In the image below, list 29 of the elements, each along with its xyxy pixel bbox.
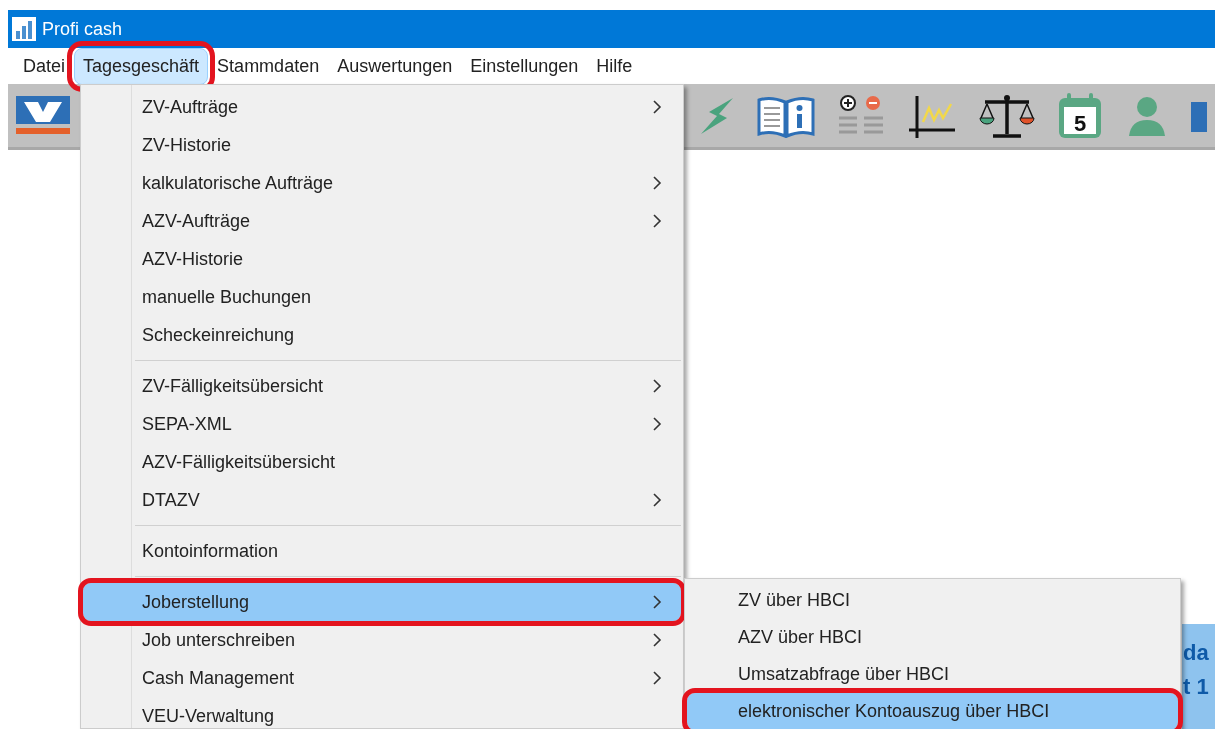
menu-item[interactable]: manuelle Buchungen	[83, 278, 681, 316]
menu-bar-item[interactable]: Hilfe	[587, 47, 642, 85]
line-chart-icon[interactable]	[907, 93, 957, 138]
menu-item[interactable]: DTAZV	[83, 481, 681, 519]
menu-item[interactable]: Cash Management	[83, 659, 681, 697]
menu-item[interactable]: ZV-Historie	[83, 126, 681, 164]
menu-bar-item[interactable]: Auswertungen	[328, 47, 462, 85]
menu-bar-item[interactable]: Stammdaten	[208, 47, 329, 85]
menu-item[interactable]: AZV-Fälligkeitsübersicht	[83, 443, 681, 481]
app-icon	[12, 17, 36, 41]
menu-item[interactable]: Job unterschreiben	[83, 621, 681, 659]
menu-item[interactable]: AZV-Historie	[83, 240, 681, 278]
menu-item[interactable]: VEU-Verwaltung	[83, 697, 681, 729]
menu-item[interactable]: AZV-Aufträge	[83, 202, 681, 240]
bank-logo-icon[interactable]	[16, 95, 70, 136]
menu-item[interactable]: ZV-Aufträge	[83, 88, 681, 126]
menu-bar-item[interactable]: Einstellungen	[461, 47, 588, 85]
menu-bar-item[interactable]: Datei	[14, 47, 75, 85]
menu-item[interactable]: Scheckeinreichung	[83, 316, 681, 354]
menu-item[interactable]: SEPA-XML	[83, 405, 681, 443]
menu-item[interactable]: ZV über HBCI	[687, 582, 1178, 619]
menu-item[interactable]: Kontoinformation	[83, 532, 681, 570]
menu-item[interactable]: Umsatzabfrage über HBCI	[687, 656, 1178, 693]
menu-item[interactable]: kalkulatorische Aufträge	[83, 164, 681, 202]
menu-item[interactable]: ZV-Fälligkeitsübersicht	[83, 367, 681, 405]
panel-text: da	[1183, 639, 1210, 667]
window-title: Profi cash	[42, 17, 123, 41]
menu-item[interactable]: AZV über HBCI	[687, 619, 1178, 656]
panel-text: t 1	[1183, 673, 1210, 701]
